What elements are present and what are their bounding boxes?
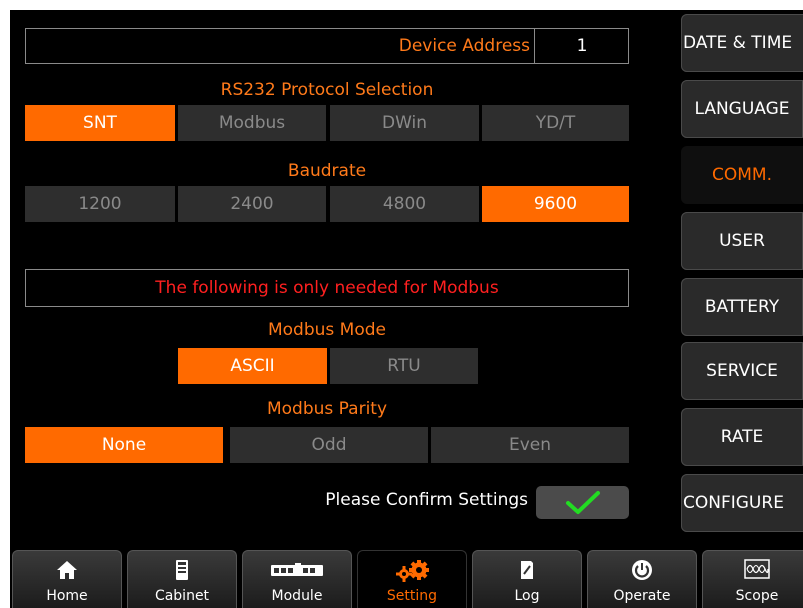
log-icon [473, 559, 581, 581]
tab-setting[interactable]: Setting [357, 550, 467, 608]
gear-icon [358, 559, 466, 582]
sidebar-item-service[interactable]: SERVICE [681, 342, 803, 400]
tab-cabinet[interactable]: Cabinet [127, 550, 237, 608]
protocol-option-snt[interactable]: SNT [25, 105, 175, 141]
tab-cabinet-label: Cabinet [154, 588, 210, 604]
tab-home[interactable]: Home [12, 550, 122, 608]
checkmark-icon [564, 490, 602, 516]
modbus-mode-title: Modbus Mode [267, 320, 386, 340]
cabinet-icon [128, 559, 236, 581]
baudrate-title: Baudrate [287, 161, 367, 181]
modbus-parity-none[interactable]: None [25, 427, 223, 463]
modbus-notice-text: The following is only needed for Modbus [155, 278, 499, 298]
baudrate-option-1200[interactable]: 1200 [25, 186, 175, 222]
sidebar-item-user[interactable]: USER [681, 212, 803, 270]
tab-log-label: Log [514, 588, 540, 604]
tab-scope-label: Scope [735, 588, 779, 604]
screen: Device Address 1 RS232 Protocol Selectio… [10, 10, 803, 608]
tab-scope[interactable]: Scope [702, 550, 803, 608]
device-address-input[interactable]: 1 [535, 28, 629, 64]
tab-home-label: Home [46, 588, 88, 604]
power-icon [588, 559, 696, 581]
home-icon [13, 559, 121, 581]
protocol-option-modbus[interactable]: Modbus [178, 105, 326, 141]
modbus-parity-title: Modbus Parity [266, 399, 388, 419]
tab-log[interactable]: Log [472, 550, 582, 608]
modbus-parity-odd[interactable]: Odd [230, 427, 428, 463]
protocol-option-dwin[interactable]: DWin [330, 105, 479, 141]
tab-module-label: Module [271, 588, 323, 604]
baudrate-option-4800[interactable]: 4800 [330, 186, 479, 222]
tab-setting-label: Setting [386, 588, 438, 604]
baudrate-option-9600[interactable]: 9600 [482, 186, 629, 222]
tab-operate[interactable]: Operate [587, 550, 697, 608]
sidebar-item-rate[interactable]: RATE [681, 408, 803, 466]
protocol-option-ydt[interactable]: YD/T [482, 105, 629, 141]
sidebar-item-date-time[interactable]: DATE & TIME [681, 14, 803, 72]
module-icon [243, 559, 351, 581]
device-address-label: Device Address [398, 36, 530, 56]
scope-icon [703, 559, 803, 581]
tab-module[interactable]: Module [242, 550, 352, 608]
sidebar-item-comm[interactable]: COMM. [681, 146, 803, 204]
sidebar-item-configure[interactable]: CONFIGURE [681, 474, 803, 532]
modbus-mode-ascii[interactable]: ASCII [178, 348, 327, 384]
tab-operate-label: Operate [613, 588, 671, 604]
modbus-parity-even[interactable]: Even [431, 427, 629, 463]
sidebar-item-language[interactable]: LANGUAGE [681, 80, 803, 138]
sidebar-item-battery[interactable]: BATTERY [681, 278, 803, 336]
protocol-title: RS232 Protocol Selection [220, 80, 434, 100]
confirm-label: Please Confirm Settings [325, 490, 528, 510]
modbus-mode-rtu[interactable]: RTU [330, 348, 478, 384]
confirm-button[interactable] [536, 486, 629, 519]
baudrate-option-2400[interactable]: 2400 [178, 186, 326, 222]
